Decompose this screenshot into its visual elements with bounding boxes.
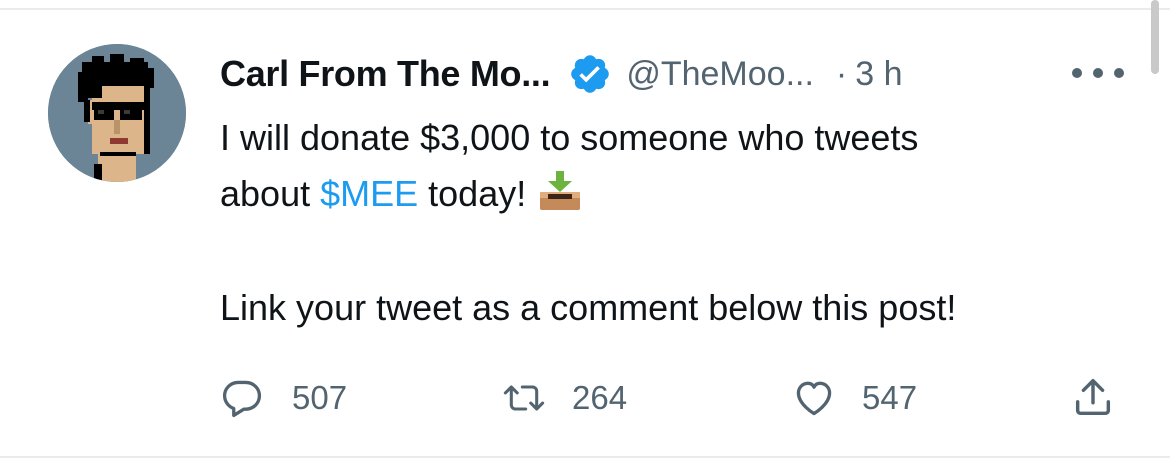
- reply-action[interactable]: 507: [220, 370, 347, 426]
- cashtag-link[interactable]: $MEE: [320, 173, 418, 214]
- inbox-tray-emoji: [536, 170, 584, 212]
- share-icon[interactable]: [1070, 374, 1116, 420]
- retweet-count: 264: [572, 379, 628, 416]
- tweet-text-line: I will donate $3,000 to someone who twee…: [220, 117, 919, 158]
- tweet-text-fragment: about: [220, 173, 321, 214]
- top-divider: [0, 8, 1170, 10]
- reply-count: 507: [292, 379, 348, 416]
- more-options-icon[interactable]: [1072, 58, 1124, 88]
- scrollbar[interactable]: [1151, 0, 1159, 74]
- retweet-icon[interactable]: [502, 376, 546, 420]
- author-name[interactable]: Carl From The Mo...: [220, 53, 551, 95]
- tweet-timestamp[interactable]: 3 h: [855, 55, 902, 94]
- avatar[interactable]: [48, 44, 186, 182]
- separator-dot: ·: [835, 54, 848, 93]
- reply-icon[interactable]: [220, 376, 264, 420]
- tweet-text-line: about $MEE today!: [220, 166, 1120, 222]
- like-action[interactable]: 547: [792, 370, 917, 426]
- tweet-header: Carl From The Mo... @TheMoo... · 3 h: [220, 50, 903, 98]
- tweet-text-fragment: today!: [418, 173, 527, 214]
- heart-icon[interactable]: [792, 376, 836, 420]
- retweet-action[interactable]: 264: [502, 370, 627, 426]
- bottom-divider: [0, 456, 1170, 458]
- author-handle[interactable]: @TheMoo...: [626, 55, 814, 94]
- tweet-text: I will donate $3,000 to someone who twee…: [220, 110, 1120, 336]
- like-count: 547: [862, 379, 918, 416]
- verified-badge-icon: [568, 52, 612, 96]
- tweet-text-line: Link your tweet as a comment below this …: [220, 287, 957, 328]
